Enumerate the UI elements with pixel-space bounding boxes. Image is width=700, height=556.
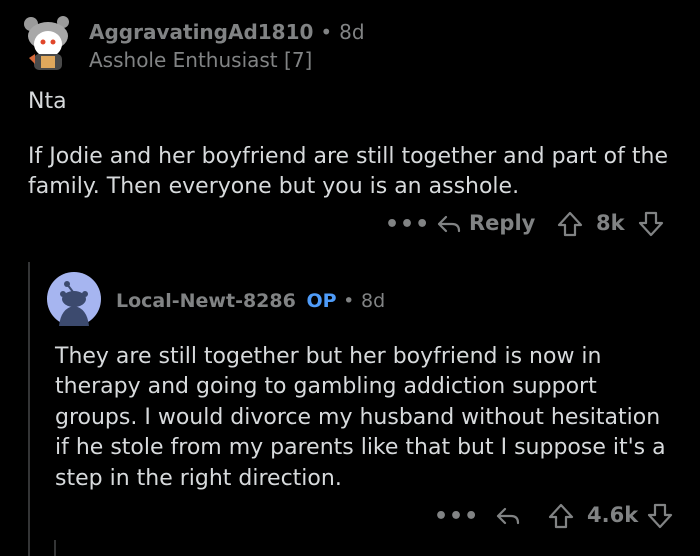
reply-arrow-icon[interactable] [495, 504, 521, 528]
downvote-icon[interactable] [647, 502, 673, 530]
comment-actions: ••• Reply 8k [0, 208, 700, 240]
reply-header: Local-Newt-8286 OP • 8d [116, 290, 385, 312]
reply-actions: ••• 4.6k [0, 500, 700, 532]
reply-thread-line[interactable] [54, 540, 56, 556]
op-badge: OP [306, 290, 337, 312]
more-options-button[interactable]: ••• [385, 212, 430, 237]
reply-body: They are still together but her boyfrien… [55, 344, 666, 491]
reply-age: 8d [361, 290, 386, 312]
reply-author[interactable]: Local-Newt-8286 [116, 290, 296, 312]
separator-dot: • [320, 20, 333, 44]
downvote-icon[interactable] [638, 210, 664, 238]
user-flair: Asshole Enthusiast [7] [89, 48, 313, 72]
comment-author[interactable]: AggravatingAd1810 [89, 20, 313, 44]
comment-header: AggravatingAd1810 • 8d [89, 20, 365, 44]
vote-count: 8k [596, 211, 625, 235]
upvote-icon[interactable] [548, 502, 574, 530]
vote-count: 4.6k [587, 503, 639, 527]
comment-thread: AggravatingAd1810 • 8d Asshole Enthusias… [0, 0, 700, 556]
comment-body-line-2: If Jodie and her boyfriend are still tog… [28, 144, 668, 199]
reply-arrow-icon[interactable] [436, 212, 462, 236]
upvote-icon[interactable] [557, 210, 583, 238]
snoo-avatar-icon[interactable] [19, 14, 77, 72]
default-avatar-icon[interactable] [47, 272, 101, 326]
separator-dot: • [343, 290, 355, 312]
comment-body-line-1: Nta [28, 89, 67, 114]
more-options-button[interactable]: ••• [434, 504, 479, 529]
comment-age: 8d [339, 20, 365, 44]
reply-button[interactable]: Reply [469, 211, 535, 235]
